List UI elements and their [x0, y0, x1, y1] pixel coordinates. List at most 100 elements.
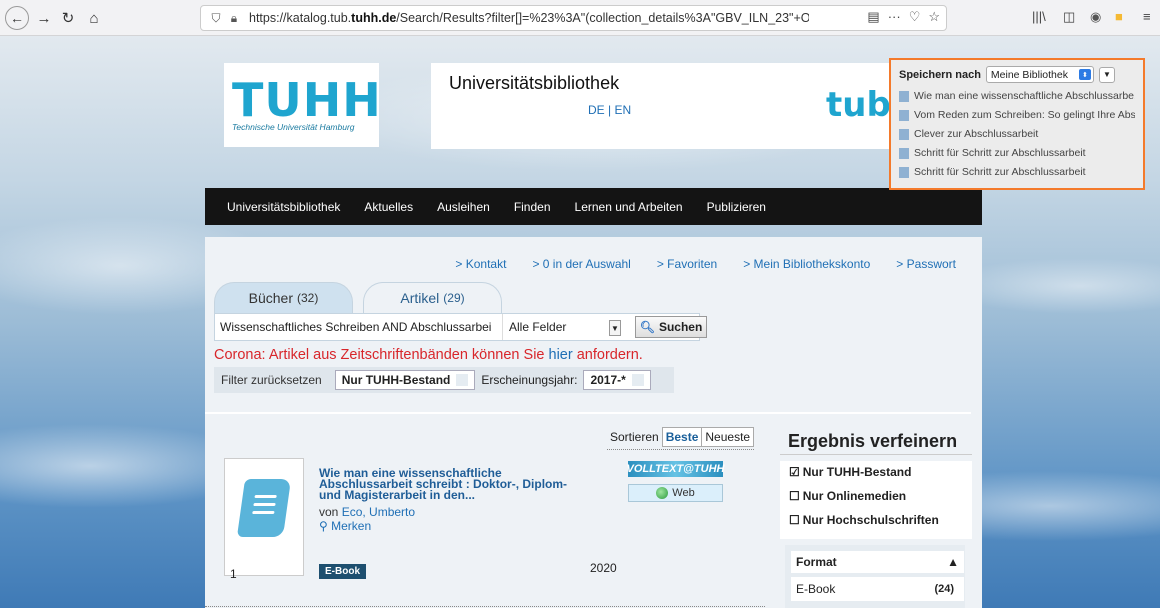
- checkbox-icon[interactable]: ☐: [789, 513, 800, 527]
- utility-links: > Kontakt > 0 in der Auswahl > Favoriten…: [429, 257, 956, 271]
- web-button[interactable]: Web: [628, 484, 723, 502]
- nav-item-lernen[interactable]: Lernen und Arbeiten: [575, 200, 683, 214]
- sort-bar: Sortieren Beste Neueste: [607, 427, 755, 450]
- lock-icon[interactable]: 🔒︎: [225, 11, 243, 26]
- shield-icon[interactable]: ⛉: [207, 11, 225, 26]
- zotero-icon[interactable]: ◉: [1090, 9, 1101, 25]
- reload-icon[interactable]: ↻: [56, 6, 80, 30]
- link-favoriten[interactable]: > Favoriten: [657, 257, 717, 271]
- link-konto[interactable]: > Mein Bibliothekskonto: [743, 257, 870, 271]
- checkbox-tuhh-bestand[interactable]: ☑ Nur TUHH-Bestand: [789, 465, 911, 479]
- sort-neueste[interactable]: Neueste: [702, 427, 755, 447]
- expand-icon[interactable]: ▼: [1098, 66, 1115, 83]
- pocket-icon[interactable]: ♡: [909, 9, 921, 25]
- format-header[interactable]: Format ▲: [791, 551, 964, 573]
- reader-view-icon[interactable]: ▤: [867, 9, 879, 25]
- home-icon[interactable]: ⌂: [82, 6, 106, 30]
- library-icon[interactable]: |||\: [1032, 9, 1046, 24]
- logo-text: TUHH: [232, 73, 382, 127]
- url-text[interactable]: https://katalog.tub.tuhh.de/Search/Resul…: [249, 11, 809, 25]
- link-auswahl[interactable]: > 0 in der Auswahl: [532, 257, 630, 271]
- results-area: Sortieren Beste Neueste 1 Wie man eine w…: [205, 419, 972, 608]
- result-thumbnail[interactable]: [224, 458, 304, 576]
- browser-toolbar: ← → ↻ ⌂ ⛉ 🔒︎ https://katalog.tub.tuhh.de…: [0, 0, 1160, 36]
- search-button[interactable]: 🔍︎ Suchen: [635, 316, 707, 338]
- author-link[interactable]: Eco, Umberto: [342, 505, 415, 519]
- document-icon: [899, 109, 909, 121]
- filter-chip-tuhh[interactable]: Nur TUHH-Bestand: [334, 370, 476, 390]
- chevron-down-icon[interactable]: ▼: [609, 320, 621, 336]
- menu-icon[interactable]: ≡: [1143, 9, 1151, 24]
- document-icon: [899, 128, 909, 140]
- page-title: Universitätsbibliothek: [449, 73, 620, 93]
- forward-icon[interactable]: →: [32, 6, 56, 30]
- main-nav: Universitätsbibliothek Aktuelles Ausleih…: [205, 188, 982, 225]
- result-year: 2020: [590, 561, 617, 575]
- url-bar[interactable]: ⛉ 🔒︎ https://katalog.tub.tuhh.de/Search/…: [200, 5, 947, 31]
- checkbox-onlinemedien[interactable]: ☐ Nur Onlinemedien: [789, 489, 906, 503]
- refine-sidebar: Ergebnis verfeinern ☑ Nur TUHH-Bestand ☐ N…: [780, 419, 972, 608]
- remove-filter-icon[interactable]: [456, 374, 469, 386]
- checkbox-icon[interactable]: ☐: [789, 489, 800, 503]
- library-select[interactable]: Meine Bibliothek ⬍: [985, 66, 1094, 83]
- result-separator: [205, 606, 765, 607]
- sidebar-icon[interactable]: ◫: [1063, 9, 1075, 25]
- search-icon: 🔍︎: [639, 320, 655, 334]
- search-input[interactable]: Wissenschaftliches Schreiben AND Abschlu…: [215, 314, 503, 340]
- popup-item[interactable]: Schritt für Schritt zur Abschlussarbeit: [899, 166, 1135, 178]
- remove-filter-icon[interactable]: [631, 374, 644, 386]
- ebook-badge: E-Book: [319, 564, 366, 579]
- sidebar-heading: Ergebnis verfeinern: [780, 431, 972, 455]
- pin-icon: ⚲: [319, 519, 332, 533]
- merken-button[interactable]: ⚲ Merken: [319, 519, 371, 533]
- filter-chip-year[interactable]: 2017-*: [583, 370, 651, 390]
- nav-item-finden[interactable]: Finden: [514, 200, 551, 214]
- popup-item[interactable]: Wie man eine wissenschaftliche Abschluss…: [899, 90, 1135, 102]
- active-filters: Filter zurücksetzen Nur TUHH-Bestand Ers…: [214, 367, 674, 393]
- bookmark-star-icon[interactable]: ☆: [928, 9, 940, 25]
- back-icon[interactable]: ←: [5, 6, 29, 30]
- document-icon: [899, 90, 909, 102]
- result-number: 1: [230, 567, 237, 581]
- format-item-ebook[interactable]: E-Book (24): [791, 577, 964, 601]
- result-title[interactable]: Wie man eine wissenschaftliche Abschluss…: [319, 467, 589, 501]
- nav-item-ausleihen[interactable]: Ausleihen: [437, 200, 490, 214]
- refine-options: ☑ Nur TUHH-Bestand ☐ Nur Onlinemedien ☐ Nur…: [780, 461, 972, 539]
- nav-item-aktuelles[interactable]: Aktuelles: [364, 200, 413, 214]
- save-to-label: Speichern nach: [899, 68, 981, 81]
- popup-item[interactable]: Clever zur Abschlussarbeit: [899, 128, 1135, 140]
- reset-filters-button[interactable]: Filter zurücksetzen: [214, 373, 329, 387]
- checkbox-hochschulschriften[interactable]: ☐ Nur Hochschulschriften: [789, 513, 939, 527]
- search-bar: Wissenschaftliches Schreiben AND Abschlu…: [214, 313, 707, 341]
- link-kontakt[interactable]: > Kontakt: [455, 257, 506, 271]
- popup-item[interactable]: Vom Reden zum Schreiben: So gelingt Ihre…: [899, 109, 1135, 121]
- tab-artikel[interactable]: Artikel (29): [363, 282, 502, 313]
- folder-icon[interactable]: ■: [1115, 9, 1123, 24]
- hier-link[interactable]: hier: [549, 347, 573, 363]
- book-icon: [236, 479, 292, 537]
- save-popup: Speichern nach Meine Bibliothek ⬍ ▼ Wie m…: [889, 58, 1145, 190]
- volltext-button[interactable]: VOLLTEXT@TUHH: [627, 461, 724, 477]
- logo-subtitle: Technische Universität Hamburg: [232, 122, 355, 132]
- document-icon: [899, 147, 909, 159]
- result-author: von Eco, Umberto: [319, 505, 416, 519]
- globe-icon: [656, 487, 669, 499]
- filter-label-year: Erscheinungsjahr:: [481, 373, 578, 387]
- updown-icon: ⬍: [1078, 69, 1091, 80]
- sort-label: Sortieren: [610, 430, 659, 444]
- sort-beste[interactable]: Beste: [661, 427, 703, 447]
- checkbox-checked-icon[interactable]: ☑: [789, 465, 800, 479]
- tuhh-logo[interactable]: TUHH Technische Universität Hamburg: [224, 63, 382, 147]
- popup-item[interactable]: Schritt für Schritt zur Abschlussarbeit: [899, 147, 1135, 159]
- nav-item-publizieren[interactable]: Publizieren: [707, 200, 766, 214]
- page: TUHH Technische Universität Hamburg Univ…: [205, 62, 982, 608]
- link-passwort[interactable]: > Passwort: [896, 257, 956, 271]
- header: Universitätsbibliothek DE | EN tub.: [431, 63, 904, 149]
- collapse-arrow-icon[interactable]: ▲: [947, 555, 959, 569]
- language-switch[interactable]: DE | EN: [588, 103, 631, 117]
- nav-item-universitaetsbibliothek[interactable]: Universitätsbibliothek: [227, 200, 340, 214]
- more-icon[interactable]: ···: [888, 9, 901, 25]
- tab-buecher[interactable]: Bücher (32): [214, 282, 353, 313]
- search-field-select[interactable]: Alle Felder ▼: [503, 314, 623, 340]
- main-content: > Kontakt > 0 in der Auswahl > Favoriten…: [205, 237, 982, 608]
